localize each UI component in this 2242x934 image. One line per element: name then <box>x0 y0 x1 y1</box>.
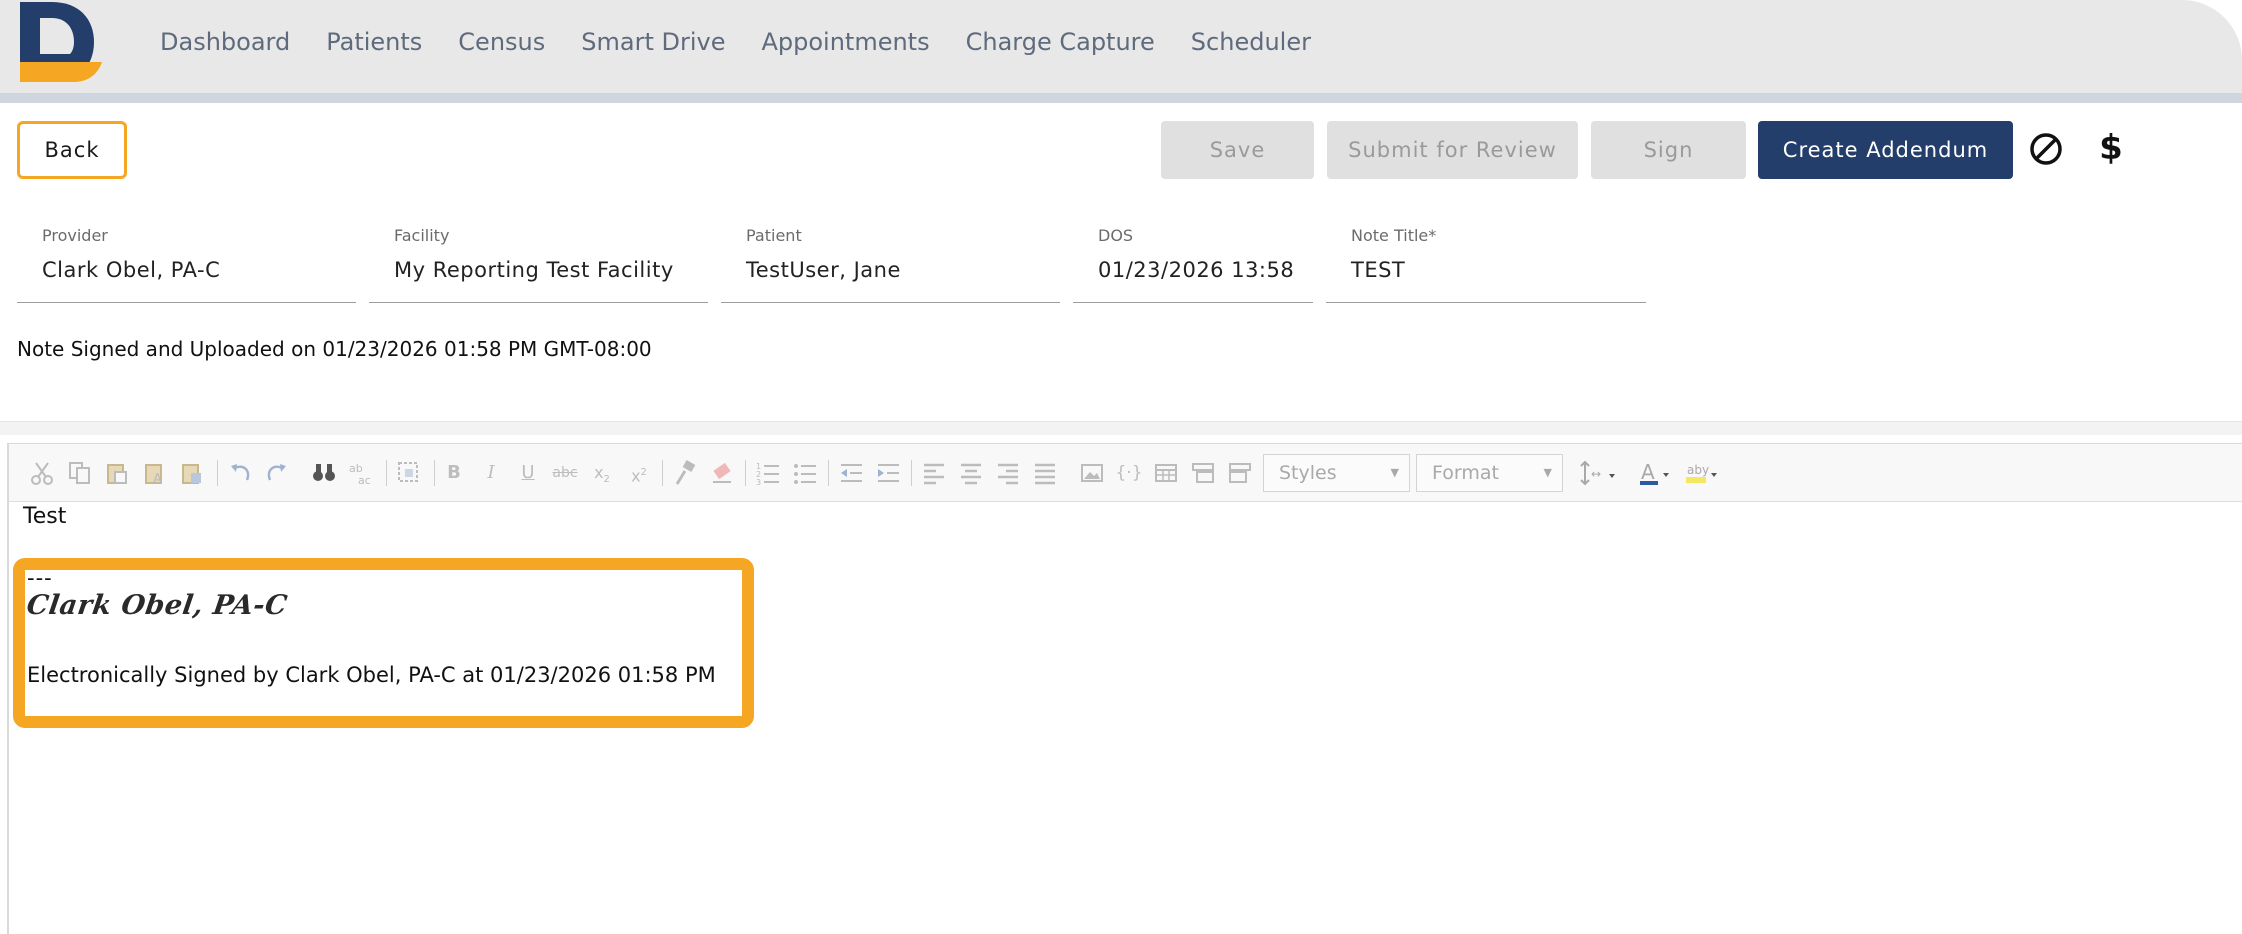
nav-charge-capture[interactable]: Charge Capture <box>966 26 1155 58</box>
patient-field[interactable]: Patient TestUser, Jane <box>721 220 1060 303</box>
indent-icon[interactable] <box>873 458 903 488</box>
remove-format-icon[interactable] <box>707 458 737 488</box>
facility-label: Facility <box>394 226 450 245</box>
provider-value: Clark Obel, PA-C <box>42 258 221 282</box>
signed-status-text: Note Signed and Uploaded on 01/23/2026 0… <box>17 337 652 361</box>
replace-icon[interactable]: ab ac <box>346 458 376 488</box>
dollar-icon[interactable]: $ <box>2096 128 2126 168</box>
provider-label: Provider <box>42 226 108 245</box>
bold-icon[interactable]: B <box>439 458 469 488</box>
table-icon[interactable] <box>1151 458 1181 488</box>
nav-smart-drive[interactable]: Smart Drive <box>581 26 725 58</box>
paste-icon[interactable] <box>102 458 132 488</box>
signature-image: Clark Obel, PA-C <box>24 590 290 621</box>
outdent-icon[interactable] <box>836 458 866 488</box>
logo-icon[interactable] <box>18 2 102 82</box>
styles-dropdown-label: Styles <box>1279 462 1337 484</box>
svg-text:A: A <box>153 472 162 486</box>
paste-text-icon[interactable]: A <box>140 458 170 488</box>
styles-dropdown[interactable]: Styles ▼ <box>1263 454 1410 492</box>
svg-text:aby: aby <box>1687 463 1709 477</box>
nav-census[interactable]: Census <box>458 26 545 58</box>
numbered-list-icon[interactable]: 123 <box>753 458 783 488</box>
dos-label: DOS <box>1098 226 1134 245</box>
editor-toolbar: A ab ac B I U abc x2 x2 123 {·} Styles ▼… <box>9 444 2242 502</box>
insert-column-icon[interactable] <box>1225 458 1255 488</box>
find-icon[interactable] <box>309 458 339 488</box>
select-all-icon[interactable] <box>394 458 424 488</box>
nav-dashboard[interactable]: Dashboard <box>160 26 290 58</box>
line-height-icon[interactable]: ↔ <box>1577 458 1621 488</box>
back-button[interactable]: Back <box>17 121 127 179</box>
undo-icon[interactable] <box>225 458 255 488</box>
signature-block: --- Clark Obel, PA-C Electronically Sign… <box>13 558 754 728</box>
cancel-icon[interactable] <box>2028 131 2064 167</box>
align-center-icon[interactable] <box>956 458 986 488</box>
copy-icon[interactable] <box>65 458 95 488</box>
align-right-icon[interactable] <box>993 458 1023 488</box>
strikethrough-icon[interactable]: abc <box>550 458 580 488</box>
image-icon[interactable] <box>1077 458 1107 488</box>
patient-value: TestUser, Jane <box>746 258 901 282</box>
svg-text:A: A <box>1641 460 1655 484</box>
subscript-icon[interactable]: x2 <box>587 458 617 488</box>
save-button[interactable]: Save <box>1161 121 1314 179</box>
redo-icon[interactable] <box>262 458 292 488</box>
patient-label: Patient <box>746 226 802 245</box>
facility-field[interactable]: Facility My Reporting Test Facility <box>369 220 708 303</box>
note-body-text: Test <box>23 504 67 529</box>
rich-text-editor[interactable]: A ab ac B I U abc x2 x2 123 {·} Styles ▼… <box>7 443 2242 934</box>
note-title-label: Note Title* <box>1351 226 1437 245</box>
placeholder-icon[interactable]: {·} <box>1114 458 1144 488</box>
justify-icon[interactable] <box>1030 458 1060 488</box>
svg-text:3: 3 <box>756 478 761 486</box>
top-navigation-bar: Dashboard Patients Census Smart Drive Ap… <box>0 0 2242 93</box>
format-dropdown-label: Format <box>1432 462 1499 484</box>
provider-field[interactable]: Provider Clark Obel, PA-C <box>17 220 356 303</box>
cut-icon[interactable] <box>27 458 57 488</box>
superscript-icon[interactable]: x2 <box>624 458 654 488</box>
svg-text:ac: ac <box>358 474 371 486</box>
text-color-icon[interactable]: A <box>1637 458 1677 488</box>
nav-scheduler[interactable]: Scheduler <box>1191 26 1311 58</box>
note-title-value: TEST <box>1351 258 1406 282</box>
insert-row-icon[interactable] <box>1188 458 1218 488</box>
main-nav: Dashboard Patients Census Smart Drive Ap… <box>160 26 1311 58</box>
create-addendum-button[interactable]: Create Addendum <box>1758 121 2013 179</box>
underline-icon[interactable]: U <box>513 458 543 488</box>
chevron-down-icon: ▼ <box>1543 466 1552 479</box>
bulleted-list-icon[interactable] <box>790 458 820 488</box>
copy-format-icon[interactable] <box>670 458 700 488</box>
italic-icon[interactable]: I <box>476 458 506 488</box>
sign-button[interactable]: Sign <box>1591 121 1746 179</box>
format-dropdown[interactable]: Format ▼ <box>1416 454 1563 492</box>
svg-text:↔: ↔ <box>1591 467 1601 481</box>
chevron-down-icon: ▼ <box>1390 466 1399 479</box>
electronic-signature-line: Electronically Signed by Clark Obel, PA-… <box>27 663 716 687</box>
nav-divider <box>0 93 2242 103</box>
nav-patients[interactable]: Patients <box>326 26 422 58</box>
editor-divider <box>0 421 2242 435</box>
submit-for-review-button[interactable]: Submit for Review <box>1327 121 1578 179</box>
facility-value: My Reporting Test Facility <box>394 258 674 282</box>
signature-separator: --- <box>27 566 53 590</box>
note-title-field[interactable]: Note Title* TEST <box>1326 220 1646 303</box>
paste-word-icon[interactable] <box>177 458 207 488</box>
nav-appointments[interactable]: Appointments <box>761 26 929 58</box>
background-color-icon[interactable]: aby <box>1683 458 1723 488</box>
dos-field[interactable]: DOS 01/23/2026 13:58 <box>1073 220 1313 303</box>
align-left-icon[interactable] <box>919 458 949 488</box>
dos-value: 01/23/2026 13:58 <box>1098 258 1295 282</box>
